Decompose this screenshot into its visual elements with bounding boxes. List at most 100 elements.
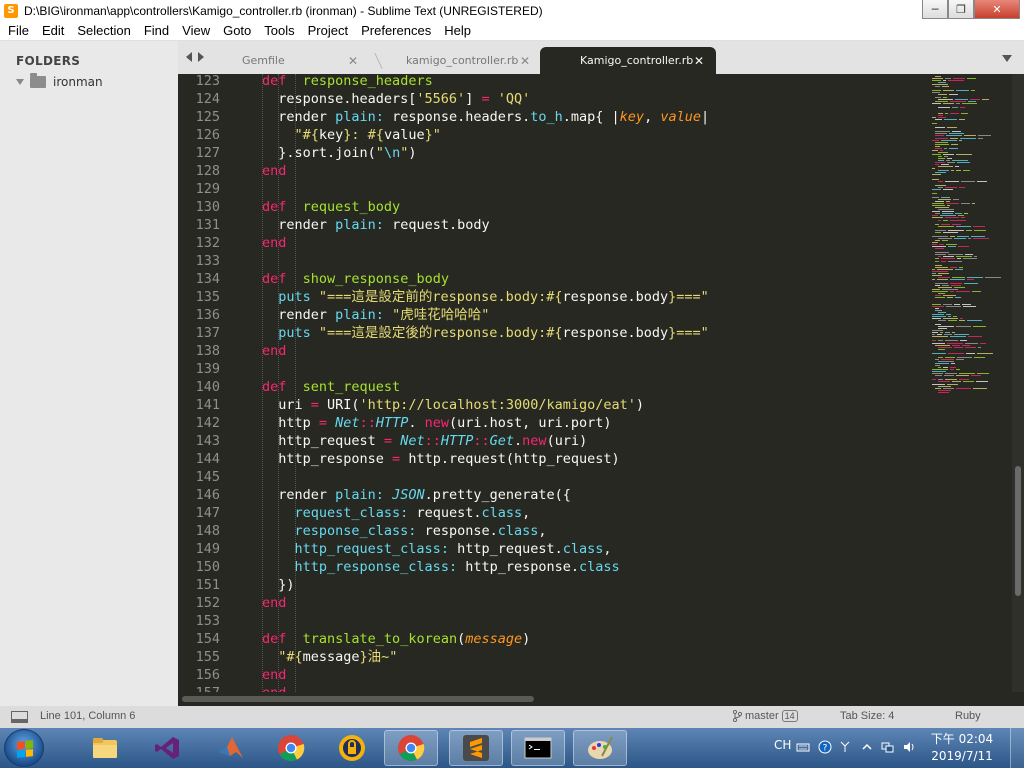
horizontal-scroll-thumb[interactable] bbox=[182, 696, 534, 702]
code-line[interactable]: 154 def translate_to_korean(message) bbox=[178, 630, 930, 648]
code-line[interactable]: 125 render plain: response.headers.to_h.m… bbox=[178, 108, 930, 126]
menu-tools[interactable]: Tools bbox=[264, 23, 294, 38]
code-line[interactable]: 157 end bbox=[178, 684, 930, 692]
code-token: value bbox=[383, 127, 425, 143]
code-line[interactable]: 142 http = Net::HTTP. new(uri.host, uri.p… bbox=[178, 414, 930, 432]
code-line[interactable]: 137 puts "===這是設定後的response.body:#{respon… bbox=[178, 324, 930, 342]
code-line[interactable]: 151}) bbox=[178, 576, 930, 594]
taskbar-file-explorer[interactable] bbox=[78, 730, 132, 766]
ime-indicator[interactable]: CH bbox=[774, 738, 791, 752]
minimap-mark bbox=[932, 272, 936, 274]
minimap-mark bbox=[935, 96, 941, 98]
tab-close-icon[interactable]: ✕ bbox=[694, 54, 704, 68]
cursor-position[interactable]: Line 101, Column 6 bbox=[40, 710, 135, 722]
code-line[interactable]: 127}.sort.join("\n") bbox=[178, 144, 930, 162]
taskbar-matlab[interactable] bbox=[204, 730, 258, 766]
taskbar-chrome-2[interactable] bbox=[384, 730, 438, 766]
code-line[interactable]: 128 end bbox=[178, 162, 930, 180]
menu-project[interactable]: Project bbox=[308, 23, 348, 38]
code-line[interactable]: 123 def response_headers bbox=[178, 74, 930, 90]
taskbar-visual-studio[interactable] bbox=[140, 730, 194, 766]
menu-goto[interactable]: Goto bbox=[223, 23, 251, 38]
menu-selection[interactable]: Selection bbox=[77, 23, 130, 38]
clock[interactable]: 下午 02:04 2019/7/11 bbox=[927, 731, 997, 765]
code-line[interactable]: 150 http_response_class: http_response.cl… bbox=[178, 558, 930, 576]
tab-close-icon[interactable]: ✕ bbox=[520, 54, 530, 68]
code-line[interactable]: 140 def sent_request bbox=[178, 378, 930, 396]
taskbar-paint[interactable] bbox=[573, 730, 627, 766]
code-token: response_class: bbox=[294, 523, 417, 539]
tab-close-icon[interactable]: ✕ bbox=[348, 54, 358, 68]
tab-gemfile[interactable]: Gemfile ✕ bbox=[202, 47, 370, 74]
sidebar-folder-ironman[interactable]: ironman bbox=[16, 73, 103, 89]
vertical-scroll-thumb[interactable] bbox=[1015, 466, 1021, 596]
vertical-scrollbar[interactable] bbox=[1012, 74, 1024, 692]
panel-toggle-icon[interactable] bbox=[11, 711, 28, 723]
tab-size[interactable]: Tab Size: 4 bbox=[840, 710, 894, 722]
tab-overflow-icon[interactable] bbox=[1002, 55, 1012, 62]
code-line[interactable]: 141 uri = URI('http://localhost:3000/kami… bbox=[178, 396, 930, 414]
minimap-mark bbox=[932, 123, 937, 125]
tab-prev-arrow-icon[interactable] bbox=[186, 52, 192, 62]
code-line[interactable]: 130 def request_body bbox=[178, 198, 930, 216]
horizontal-scrollbar[interactable] bbox=[178, 692, 1012, 706]
taskbar-sublime-text[interactable] bbox=[449, 730, 503, 766]
code-line[interactable]: 131 render plain: request.body bbox=[178, 216, 930, 234]
code-line[interactable]: 155 "#{message}油~" bbox=[178, 648, 930, 666]
code-line[interactable]: 124 response.headers['5566'] = 'QQ' bbox=[178, 90, 930, 108]
expand-triangle-icon[interactable] bbox=[16, 79, 24, 85]
minimap-mark bbox=[935, 164, 939, 166]
help-icon[interactable]: ? bbox=[818, 740, 832, 754]
network-icon[interactable] bbox=[881, 740, 895, 754]
minimap-mark bbox=[938, 225, 954, 227]
code-line[interactable]: 138 end bbox=[178, 342, 930, 360]
start-button[interactable] bbox=[4, 729, 44, 767]
syntax-mode[interactable]: Ruby bbox=[955, 710, 981, 722]
code-line[interactable]: 126 "#{key}: #{value}" bbox=[178, 126, 930, 144]
code-line[interactable]: 132 end bbox=[178, 234, 930, 252]
menu-edit[interactable]: Edit bbox=[42, 23, 64, 38]
taskbar-command-prompt[interactable] bbox=[511, 730, 565, 766]
code-line[interactable]: 153 bbox=[178, 612, 930, 630]
menu-file[interactable]: File bbox=[8, 23, 29, 38]
menu-preferences[interactable]: Preferences bbox=[361, 23, 431, 38]
taskbar-chrome[interactable] bbox=[264, 730, 318, 766]
show-desktop-button[interactable] bbox=[1010, 728, 1024, 768]
taskbar-keepass[interactable] bbox=[325, 730, 379, 766]
code-line[interactable]: 129 bbox=[178, 180, 930, 198]
code-editor[interactable]: 123 def response_headers 124 response.heade… bbox=[178, 74, 930, 692]
code-line[interactable]: 147 request_class: request.class, bbox=[178, 504, 930, 522]
menu-find[interactable]: Find bbox=[144, 23, 169, 38]
close-button[interactable]: ✕ bbox=[974, 0, 1020, 19]
minimap-mark bbox=[938, 186, 943, 188]
code-line[interactable]: 149 http_request_class: http_request.clas… bbox=[178, 540, 930, 558]
keyboard-icon[interactable] bbox=[796, 740, 810, 754]
code-line[interactable]: 136 render plain: "虎哇花哈哈哈" bbox=[178, 306, 930, 324]
ime-settings-icon[interactable] bbox=[838, 740, 852, 754]
code-line[interactable]: 156 end bbox=[178, 666, 930, 684]
code-line[interactable]: 133 bbox=[178, 252, 930, 270]
show-hidden-icons-icon[interactable] bbox=[860, 740, 874, 754]
menu-help[interactable]: Help bbox=[444, 23, 471, 38]
code-line[interactable]: 143 http_request = Net::HTTP::Get.new(uri… bbox=[178, 432, 930, 450]
menu-view[interactable]: View bbox=[182, 23, 210, 38]
code-line[interactable]: 135 puts "===這是設定前的response.body:#{respon… bbox=[178, 288, 930, 306]
volume-icon[interactable] bbox=[902, 740, 916, 754]
code-line[interactable]: 148 response_class: response.class, bbox=[178, 522, 930, 540]
minimize-button[interactable]: ─ bbox=[922, 0, 948, 19]
code-line[interactable]: 146 render plain: JSON.pretty_generate({ bbox=[178, 486, 930, 504]
minimap[interactable] bbox=[930, 74, 1012, 692]
minimap-mark bbox=[938, 94, 947, 96]
tab-kamigo-controller-lower[interactable]: kamigo_controller.rb ✕ bbox=[366, 47, 542, 74]
code-line[interactable]: 145 bbox=[178, 468, 930, 486]
code-line[interactable]: 134 def show_response_body bbox=[178, 270, 930, 288]
maximize-button[interactable]: ❐ bbox=[948, 0, 974, 19]
tab-kamigo-controller-active[interactable]: Kamigo_controller.rb ✕ bbox=[540, 47, 716, 74]
code-line[interactable]: 139 bbox=[178, 360, 930, 378]
code-line[interactable]: 144 http_response = http.request(http_req… bbox=[178, 450, 930, 468]
svg-text:?: ? bbox=[823, 744, 828, 754]
code-token: value bbox=[660, 109, 701, 125]
git-branch[interactable]: master 14 bbox=[733, 710, 798, 722]
chrome-icon bbox=[398, 735, 425, 761]
code-line[interactable]: 152 end bbox=[178, 594, 930, 612]
